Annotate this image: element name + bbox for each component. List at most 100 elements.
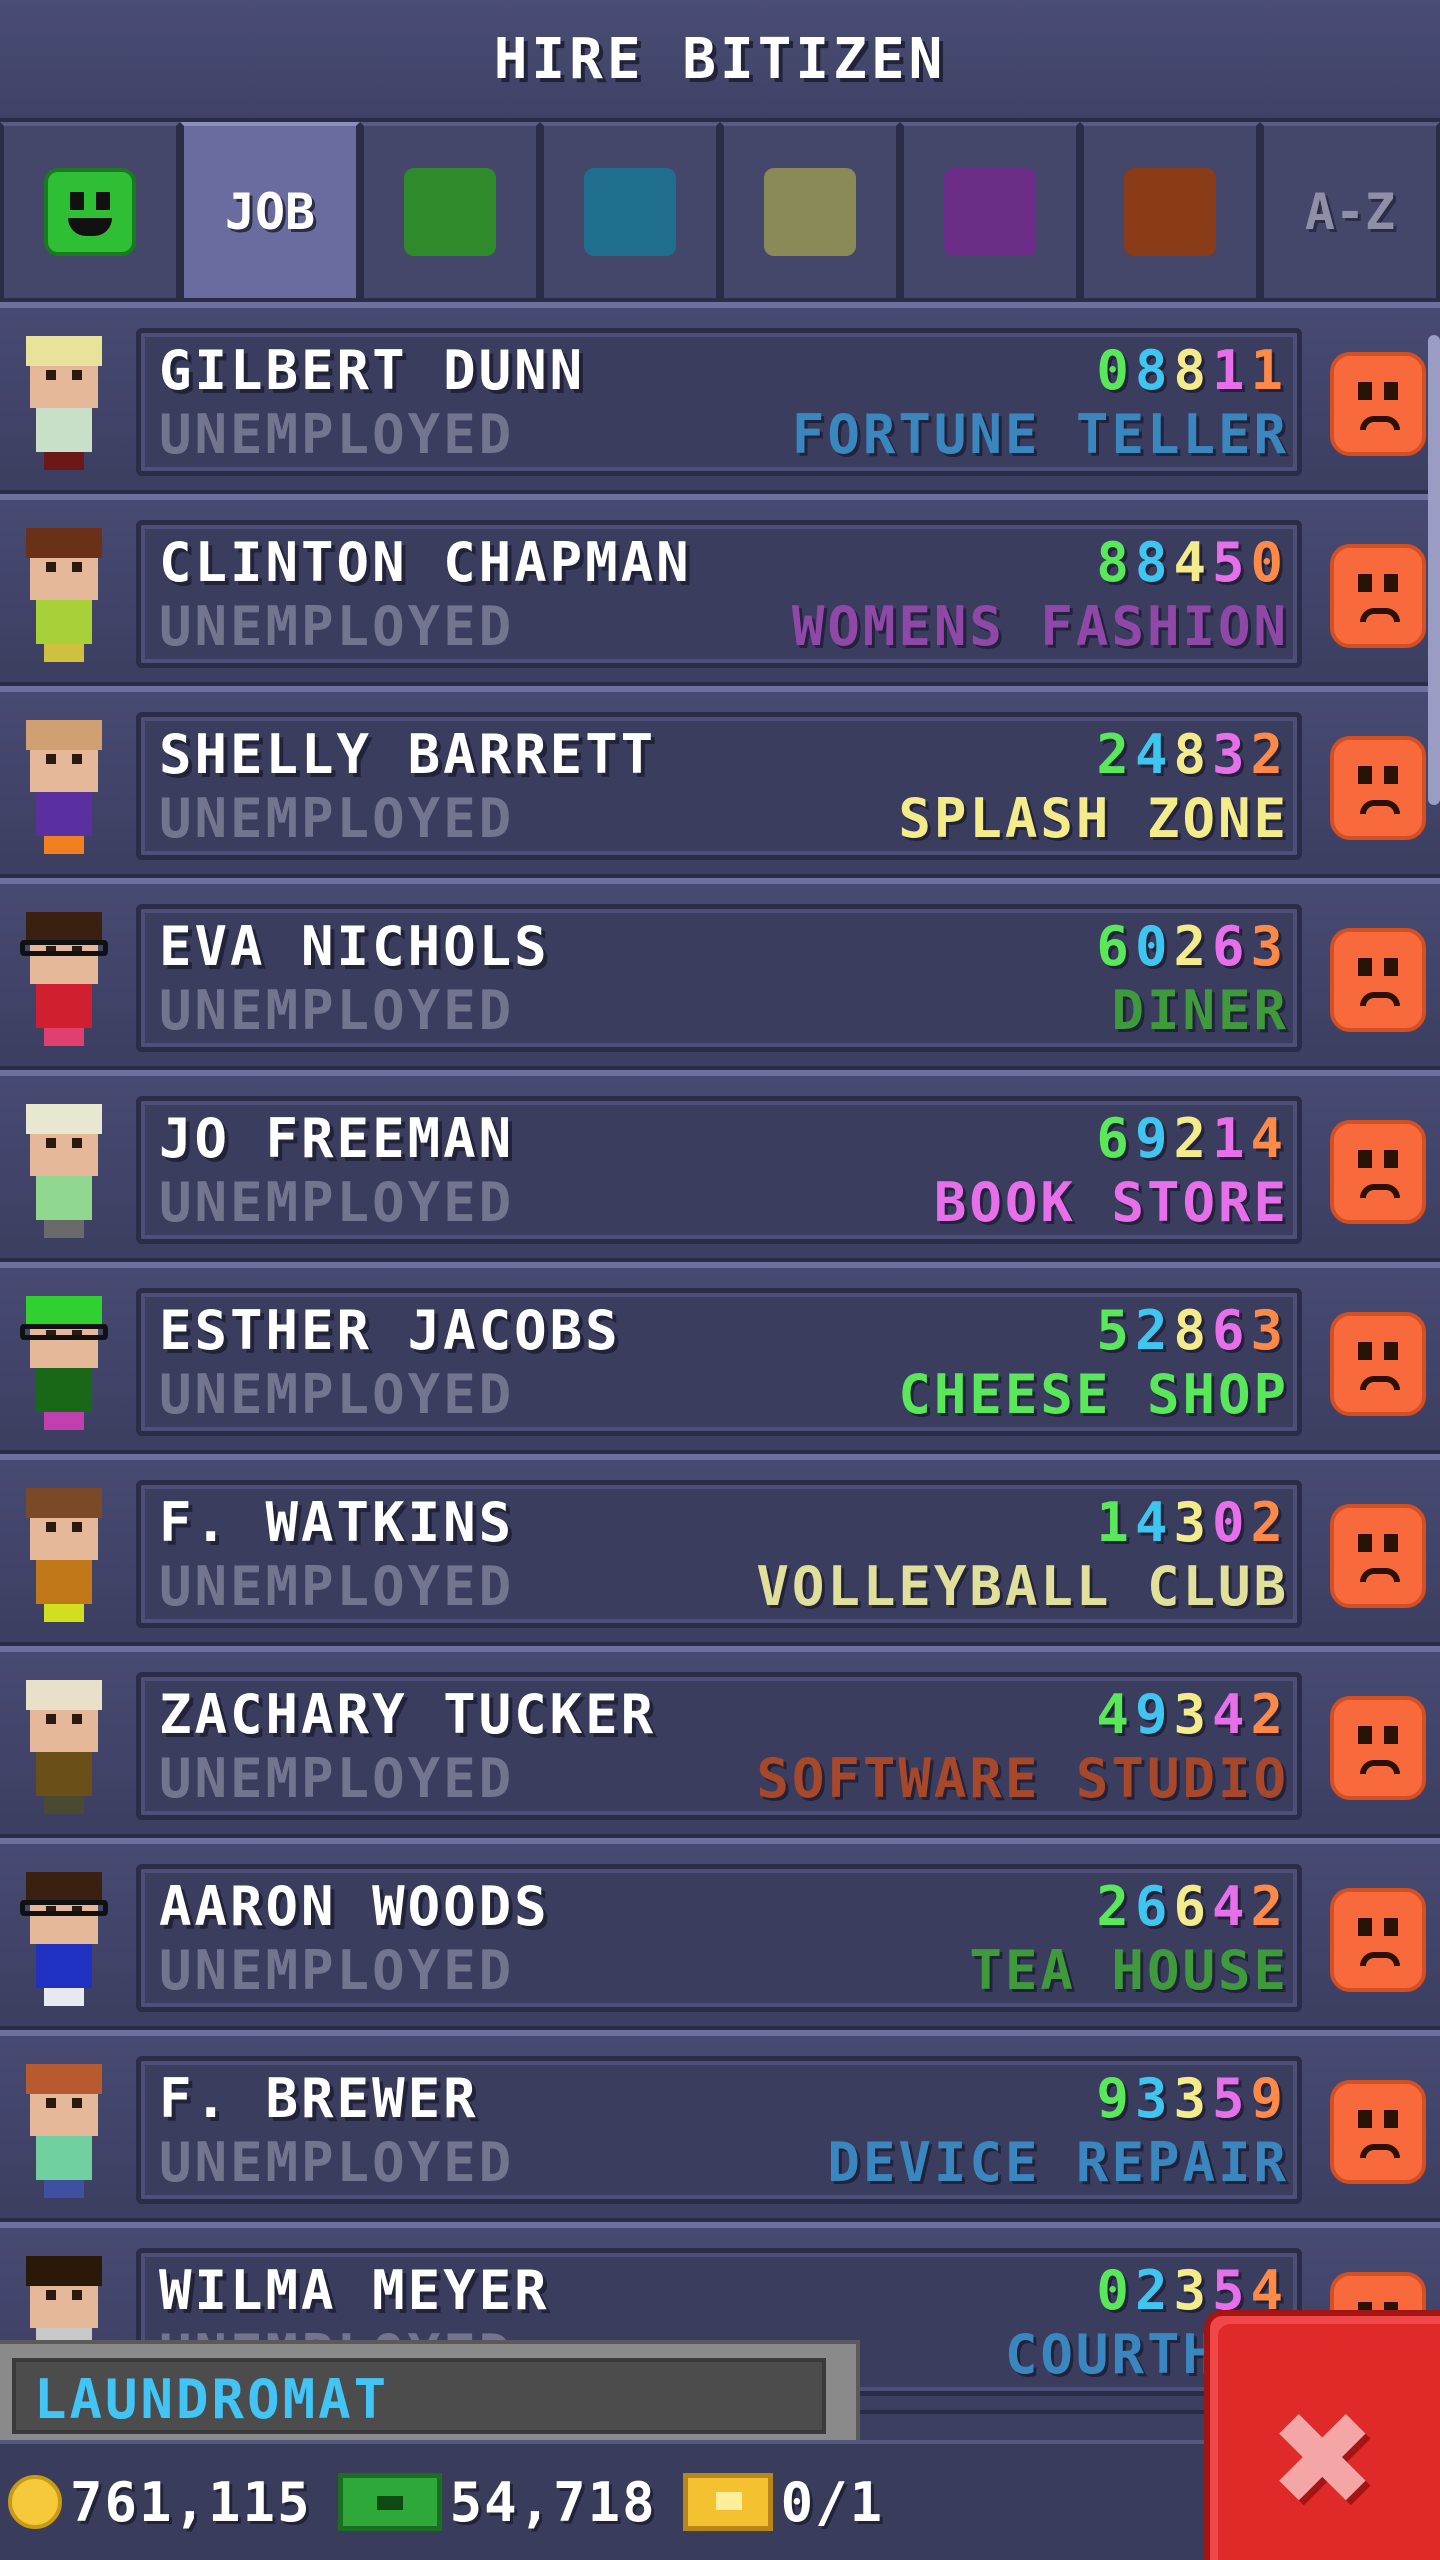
avatar-hair <box>26 1680 102 1710</box>
recreation-color-swatch <box>764 168 856 256</box>
creative-color-swatch <box>1124 168 1216 256</box>
bitizen-card[interactable]: F. WATKINS UNEMPLOYED 14302 VOLLEYBALL C… <box>136 1480 1302 1628</box>
tab-food[interactable] <box>360 122 540 302</box>
bitizen-status: UNEMPLOYED <box>159 403 515 466</box>
skill-creative: 2 <box>1250 1491 1289 1554</box>
bitizen-card[interactable]: F. BREWER UNEMPLOYED 93359 DEVICE REPAIR <box>136 2056 1302 2204</box>
avatar-shirt <box>36 600 92 644</box>
avatar-eye <box>46 1714 56 1724</box>
dream-job: BOOK STORE <box>933 1171 1289 1234</box>
bitizen-avatar <box>16 1296 112 1436</box>
skill-retail: 4 <box>1211 1875 1251 1938</box>
avatar-legs <box>44 1988 84 2006</box>
skill-recreation: 3 <box>1173 2259 1212 2322</box>
skill-service: 6 <box>1134 1875 1174 1938</box>
bitizen-row[interactable]: AARON WOODS UNEMPLOYED 26642 TEA HOUSE <box>0 1838 1440 2030</box>
bitizen-name: AARON WOODS <box>159 1875 550 1938</box>
bitizen-row[interactable]: ZACHARY TUCKER UNEMPLOYED 49342 SOFTWARE… <box>0 1646 1440 1838</box>
tab-az-label: A-Z <box>1304 183 1396 241</box>
scrollbar[interactable] <box>1428 335 1440 805</box>
skill-ratings: 60263 <box>1096 915 1289 978</box>
bitizen-card[interactable]: SHELLY BARRETT UNEMPLOYED 24832 SPLASH Z… <box>136 712 1302 860</box>
skill-recreation: 8 <box>1173 339 1212 402</box>
bitizen-row[interactable]: ESTHER JACOBS UNEMPLOYED 52863 CHEESE SH… <box>0 1262 1440 1454</box>
avatar-eye <box>72 1138 82 1148</box>
avatar-legs <box>44 1220 84 1238</box>
avatar-legs <box>44 1412 84 1430</box>
skill-creative: 0 <box>1250 531 1289 594</box>
skill-ratings: 14302 <box>1096 1491 1289 1554</box>
avatar-shirt <box>36 1752 92 1796</box>
tab-retail[interactable] <box>900 122 1080 302</box>
header-bar: HIRE BITIZEN <box>0 0 1440 122</box>
avatar-eye <box>72 2290 82 2300</box>
sad-face-icon <box>1330 352 1426 456</box>
skill-food: 2 <box>1096 1875 1135 1938</box>
skill-food: 8 <box>1096 531 1135 594</box>
tab-happiness[interactable] <box>0 122 180 302</box>
skill-service: 2 <box>1134 1299 1174 1362</box>
skill-recreation: 6 <box>1173 1875 1212 1938</box>
bitizen-card[interactable]: ESTHER JACOBS UNEMPLOYED 52863 CHEESE SH… <box>136 1288 1302 1436</box>
skill-service: 0 <box>1134 915 1174 978</box>
location-field: LAUNDROMAT <box>12 2358 826 2434</box>
skill-retail: 3 <box>1211 723 1251 786</box>
dream-job: CHEESE SHOP <box>898 1363 1289 1426</box>
bitizen-card[interactable]: EVA NICHOLS UNEMPLOYED 60263 DINER <box>136 904 1302 1052</box>
glasses <box>20 1324 108 1340</box>
bitizen-card[interactable]: ZACHARY TUCKER UNEMPLOYED 49342 SOFTWARE… <box>136 1672 1302 1820</box>
bitizen-list[interactable]: GILBERT DUNN UNEMPLOYED 08811 FORTUNE TE… <box>0 302 1440 2432</box>
skill-ratings: 88450 <box>1096 531 1289 594</box>
skill-recreation: 4 <box>1173 531 1212 594</box>
bitizen-row[interactable]: EVA NICHOLS UNEMPLOYED 60263 DINER <box>0 878 1440 1070</box>
avatar-hair <box>26 1296 102 1326</box>
skill-food: 9 <box>1096 2067 1135 2130</box>
close-x-icon: ✖ <box>1273 2359 1377 2557</box>
bitizen-row[interactable]: F. BREWER UNEMPLOYED 93359 DEVICE REPAIR <box>0 2030 1440 2222</box>
close-button[interactable]: ✖ <box>1204 2310 1440 2560</box>
avatar-hair <box>26 912 102 942</box>
bitizen-card[interactable]: GILBERT DUNN UNEMPLOYED 08811 FORTUNE TE… <box>136 328 1302 476</box>
skill-service: 9 <box>1134 1107 1174 1170</box>
avatar-eye <box>46 2290 56 2300</box>
avatar-shirt <box>36 984 92 1028</box>
avatar-shirt <box>36 2136 92 2180</box>
dream-job: TEA HOUSE <box>969 1939 1289 2002</box>
bitizen-row[interactable]: CLINTON CHAPMAN UNEMPLOYED 88450 WOMENS … <box>0 494 1440 686</box>
skill-creative: 2 <box>1250 723 1289 786</box>
tab-alphabetical[interactable]: A-Z <box>1260 122 1440 302</box>
bitizen-name: CLINTON CHAPMAN <box>159 531 692 594</box>
tab-service[interactable] <box>540 122 720 302</box>
skill-service: 8 <box>1134 339 1174 402</box>
bitizen-card[interactable]: CLINTON CHAPMAN UNEMPLOYED 88450 WOMENS … <box>136 520 1302 668</box>
bitizen-row[interactable]: SHELLY BARRETT UNEMPLOYED 24832 SPLASH Z… <box>0 686 1440 878</box>
service-color-swatch <box>584 168 676 256</box>
bitizen-status: UNEMPLOYED <box>159 979 515 1042</box>
bitizen-row[interactable]: F. WATKINS UNEMPLOYED 14302 VOLLEYBALL C… <box>0 1454 1440 1646</box>
tab-job[interactable]: JOB <box>180 122 360 302</box>
bitizen-row[interactable]: JO FREEMAN UNEMPLOYED 69214 BOOK STORE <box>0 1070 1440 1262</box>
skill-recreation: 3 <box>1173 2067 1212 2130</box>
tab-creative[interactable] <box>1080 122 1260 302</box>
skill-retail: 4 <box>1211 1683 1251 1746</box>
glasses <box>20 940 108 956</box>
bux-count: 54,718 <box>449 2470 657 2534</box>
skill-food: 6 <box>1096 1107 1135 1170</box>
bitizen-card[interactable]: JO FREEMAN UNEMPLOYED 69214 BOOK STORE <box>136 1096 1302 1244</box>
sad-face-icon <box>1330 1504 1426 1608</box>
bitizen-card[interactable]: AARON WOODS UNEMPLOYED 26642 TEA HOUSE <box>136 1864 1302 2012</box>
avatar-legs <box>44 836 84 854</box>
skill-retail: 0 <box>1211 1491 1251 1554</box>
avatar-eye <box>72 2098 82 2108</box>
dream-job: SPLASH ZONE <box>898 787 1289 850</box>
retail-color-swatch <box>944 168 1036 256</box>
skill-creative: 3 <box>1250 1299 1289 1362</box>
bitizen-row[interactable]: GILBERT DUNN UNEMPLOYED 08811 FORTUNE TE… <box>0 302 1440 494</box>
skill-retail: 1 <box>1211 339 1251 402</box>
happy-face-icon <box>44 168 136 256</box>
avatar-legs <box>44 1604 84 1622</box>
dream-job: DINER <box>1111 979 1289 1042</box>
skill-food: 5 <box>1096 1299 1135 1362</box>
tab-recreation[interactable] <box>720 122 900 302</box>
avatar-shirt <box>36 1560 92 1604</box>
